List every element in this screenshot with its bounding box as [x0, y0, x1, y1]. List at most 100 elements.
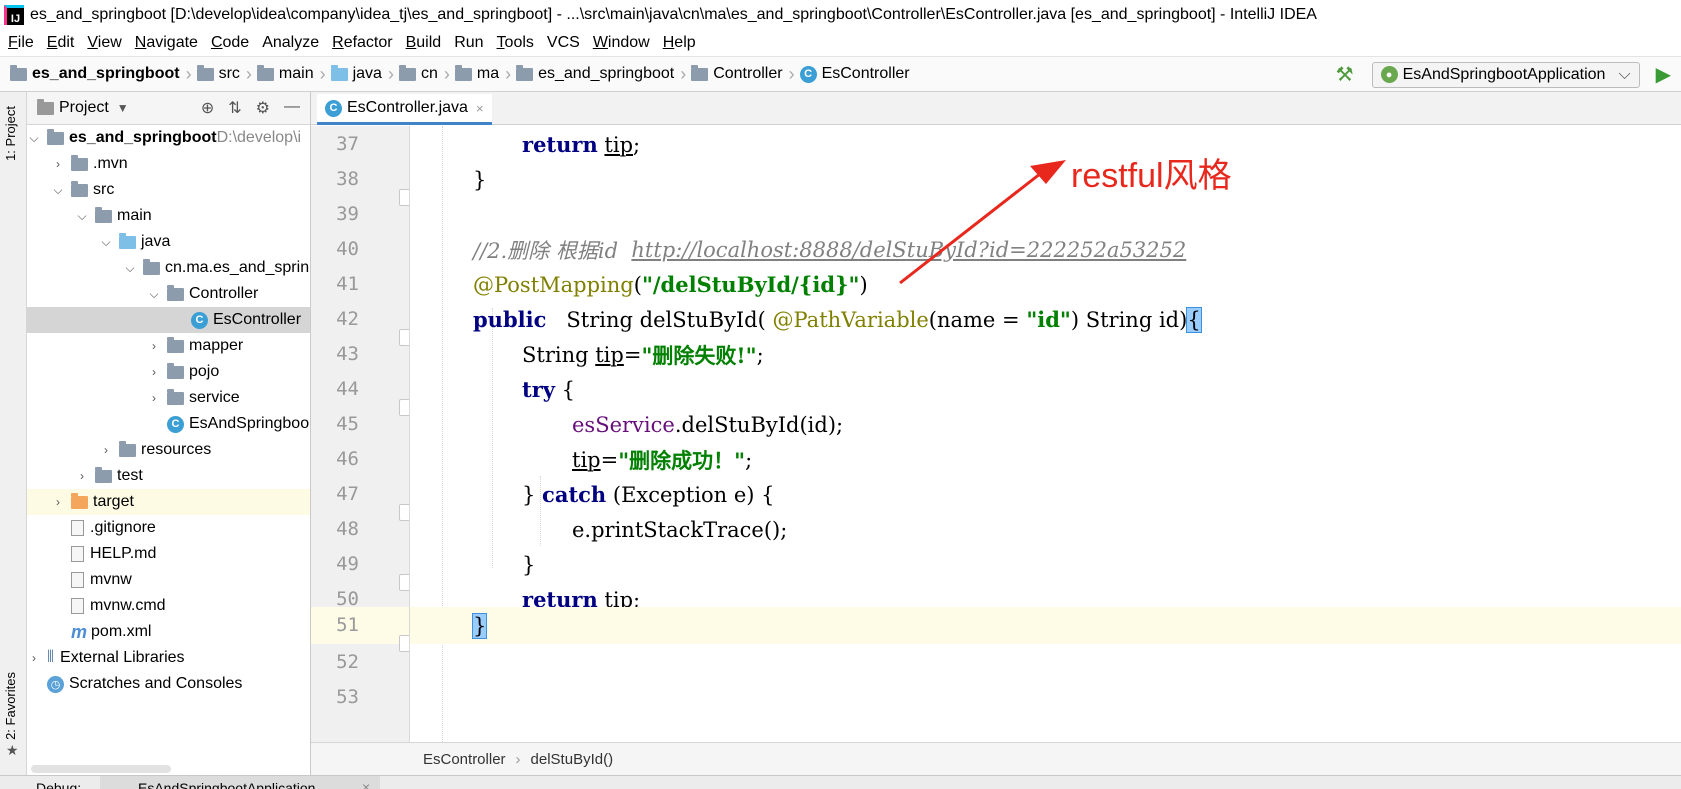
menu-refactor[interactable]: Refactor: [332, 34, 392, 52]
project-panel-title[interactable]: Project: [59, 99, 109, 117]
tree-item-label: service: [189, 389, 240, 406]
tree-item-mvnw-cmd[interactable]: mvnw.cmd: [27, 593, 310, 619]
hammer-icon[interactable]: ⚒: [1336, 62, 1354, 87]
menu-view[interactable]: View: [87, 34, 121, 52]
menu-edit[interactable]: Edit: [47, 34, 75, 52]
line-number: 40: [336, 238, 359, 260]
chevron-right-icon[interactable]: ›: [147, 365, 161, 379]
tree-item-src[interactable]: ⌵ src: [27, 177, 310, 203]
tree-item-help-md[interactable]: HELP.md: [27, 541, 310, 567]
editor-tab-bar: C EsController.java ×: [311, 92, 1681, 125]
close-icon[interactable]: ×: [476, 101, 484, 116]
tree-item-controller[interactable]: ⌵ Controller: [27, 281, 310, 307]
folder-icon: [256, 64, 274, 81]
close-icon[interactable]: ×: [362, 779, 370, 789]
tab-favorites-toolwindow[interactable]: 2: Favorites: [3, 672, 18, 740]
menu-build[interactable]: Build: [406, 34, 442, 52]
tree-item-scratches-and-consoles[interactable]: ◷ Scratches and Consoles: [27, 671, 310, 697]
nav-crumb-java[interactable]: java ›: [330, 64, 394, 85]
title-bar: IJ es_and_springboot [D:\develop\idea\co…: [0, 0, 1681, 29]
menu-run[interactable]: Run: [454, 34, 483, 52]
code-editor[interactable]: return tip; } //2.删除 根据id http://localho…: [410, 126, 1681, 742]
fold-marker-icon[interactable]: [399, 399, 409, 416]
project-tree: ⌵ es_and_springboot D:\develop\i › .mvn ⌵ src…: [27, 125, 310, 697]
chevron-down-icon[interactable]: ⌵: [51, 183, 65, 198]
tree-item-resources[interactable]: › resources: [27, 437, 310, 463]
locate-icon[interactable]: ⊕: [201, 98, 214, 118]
tree-item-label: mvnw: [90, 571, 132, 588]
collapse-all-icon[interactable]: ⇅: [228, 98, 241, 118]
tree-item-pojo[interactable]: › pojo: [27, 359, 310, 385]
play-icon[interactable]: ▶: [1656, 62, 1671, 87]
tree-item-java[interactable]: ⌵ java: [27, 229, 310, 255]
chevron-right-icon[interactable]: ›: [99, 443, 113, 457]
nav-crumb-ma[interactable]: ma ›: [454, 64, 511, 85]
chevron-down-icon[interactable]: ⌵: [147, 287, 161, 302]
tree-item-path: D:\develop\i: [216, 129, 302, 146]
chevron-down-icon[interactable]: ▼: [117, 101, 129, 115]
tree-item-test[interactable]: › test: [27, 463, 310, 489]
tab-project-toolwindow[interactable]: 1: Project: [3, 106, 18, 161]
nav-crumb-main[interactable]: main ›: [256, 64, 326, 85]
tab-escontroller-java[interactable]: C EsController.java ×: [317, 94, 492, 125]
run-configuration-select[interactable]: ● EsAndSpringbootApplication ⌵: [1371, 61, 1640, 88]
tree-item-service[interactable]: › service: [27, 385, 310, 411]
tree-item-escontroller[interactable]: C EsController: [27, 307, 310, 333]
chevron-right-icon[interactable]: ›: [51, 157, 65, 171]
code-crumb-method[interactable]: delStuById(): [531, 751, 614, 768]
menu-window[interactable]: Window: [593, 34, 650, 52]
tree-item-es-and-springboot[interactable]: ⌵ es_and_springboot D:\develop\i: [27, 125, 310, 151]
menu-tools[interactable]: Tools: [497, 34, 534, 52]
chevron-down-icon[interactable]: ⌵: [75, 209, 89, 224]
fold-marker-icon[interactable]: [399, 635, 409, 652]
line-number: 42: [336, 308, 359, 330]
file-icon: [71, 546, 84, 562]
minimize-icon[interactable]: —: [284, 98, 300, 118]
tree-item-target[interactable]: › target: [27, 489, 310, 515]
tree-item-gitignore[interactable]: .gitignore: [27, 515, 310, 541]
menu-help[interactable]: Help: [663, 34, 696, 52]
tree-item-external-libraries[interactable]: › ⦀ External Libraries: [27, 645, 310, 671]
tree-item-pom-xml[interactable]: m pom.xml: [27, 619, 310, 645]
comment-url-link[interactable]: http://localhost:8888/delStuById?id=2222…: [631, 238, 1186, 262]
tree-item-mvn[interactable]: › .mvn: [27, 151, 310, 177]
tab-debug-session[interactable]: EsAndSpringbootApplication ×: [100, 776, 380, 789]
fold-marker-icon[interactable]: [399, 189, 409, 206]
fold-marker-icon[interactable]: [399, 504, 409, 521]
tree-item-cn-ma-es-and-sprin[interactable]: ⌵ cn.ma.es_and_sprin: [27, 255, 310, 281]
gear-icon[interactable]: ⚙: [256, 98, 270, 118]
menu-file[interactable]: File: [8, 34, 34, 52]
nav-crumb-cn[interactable]: cn ›: [398, 64, 450, 85]
menu-vcs[interactable]: VCS: [547, 34, 580, 52]
tree-item-esandspringboo[interactable]: C EsAndSpringboo: [27, 411, 310, 437]
annotation-label: restful风格: [1071, 157, 1232, 195]
code-line-49: }: [522, 552, 536, 577]
nav-crumb-controller[interactable]: Controller ›: [691, 64, 795, 85]
chevron-right-icon[interactable]: ›: [147, 339, 161, 353]
nav-crumb-class[interactable]: C EsController: [799, 65, 910, 83]
tree-item-mvnw[interactable]: mvnw: [27, 567, 310, 593]
menu-navigate[interactable]: Navigate: [135, 34, 198, 52]
file-icon: [71, 520, 84, 536]
debug-label[interactable]: Debug:: [36, 780, 81, 789]
chevron-right-icon[interactable]: ›: [51, 495, 65, 509]
code-line-42: public String delStuById( @PathVariable(…: [473, 306, 1202, 333]
chevron-right-icon[interactable]: ›: [27, 651, 41, 665]
nav-crumb-package[interactable]: es_and_springboot ›: [516, 64, 686, 85]
fold-marker-icon[interactable]: [399, 329, 409, 346]
tree-item-main[interactable]: ⌵ main: [27, 203, 310, 229]
nav-crumb-src[interactable]: src ›: [196, 64, 252, 85]
nav-crumb-project[interactable]: es_and_springboot ›: [10, 64, 192, 85]
chevron-right-icon[interactable]: ›: [147, 391, 161, 405]
horizontal-scrollbar[interactable]: [31, 765, 171, 773]
chevron-down-icon[interactable]: ⌵: [99, 235, 113, 250]
chevron-down-icon[interactable]: ⌵: [123, 261, 137, 276]
fold-marker-icon[interactable]: [399, 574, 409, 591]
menu-code[interactable]: Code: [211, 34, 249, 52]
chevron-down-icon[interactable]: ⌵: [27, 131, 41, 146]
chevron-right-icon[interactable]: ›: [75, 469, 89, 483]
tree-item-mapper[interactable]: › mapper: [27, 333, 310, 359]
code-crumb-class[interactable]: EsController: [423, 751, 506, 768]
code-line-48: e.printStackTrace();: [572, 517, 788, 542]
menu-analyze[interactable]: Analyze: [262, 34, 319, 52]
